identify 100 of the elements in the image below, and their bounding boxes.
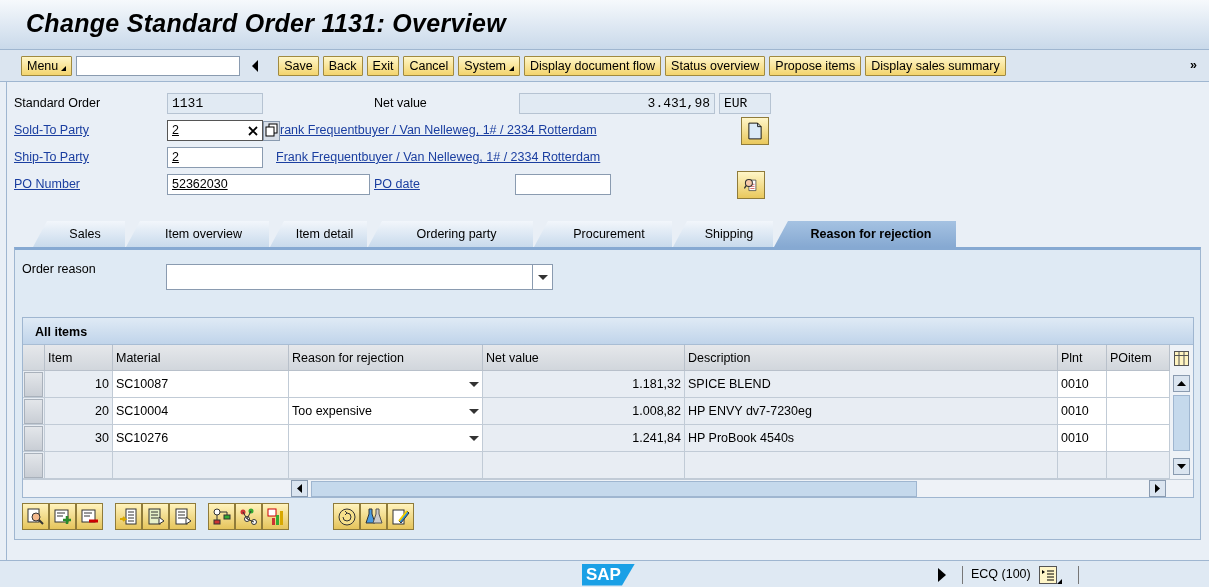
toolbar-button[interactable]: Status overview (665, 55, 766, 76)
tab[interactable]: Item detail (270, 221, 367, 247)
chart-button[interactable] (262, 503, 289, 530)
select-block-button[interactable] (142, 503, 169, 530)
menu-button[interactable]: Menu (21, 55, 73, 76)
scrollbar-thumb[interactable] (1172, 395, 1190, 451)
table-title: All items (23, 318, 1193, 345)
input-field[interactable] (1107, 425, 1170, 452)
column-header[interactable]: Item (45, 345, 113, 371)
currency-field: EUR (719, 93, 771, 114)
column-header[interactable]: Plnt (1058, 345, 1107, 371)
scrollbar-thumb[interactable] (311, 480, 917, 497)
party-description-link[interactable]: rank Frequentbuyer / Van Nelleweg, 1# / 2334 Rotterdam (280, 121, 741, 140)
toolbar-button[interactable]: Save (278, 55, 319, 76)
edit-button[interactable] (387, 503, 414, 530)
select-all-button[interactable] (115, 503, 142, 530)
order-reason-dropdown[interactable] (166, 264, 553, 290)
refresh-button[interactable] (333, 503, 360, 530)
dropdown-field[interactable]: Too expensive (289, 398, 483, 425)
scroll-up-button[interactable] (1172, 375, 1190, 392)
input-field[interactable]: SC10004 (113, 398, 289, 425)
magnifier-icon (25, 506, 46, 527)
table-cell: 10 (45, 371, 113, 398)
input-field[interactable] (1107, 371, 1170, 398)
tab[interactable]: Ordering party (368, 221, 533, 247)
party-field[interactable]: 2 (167, 147, 263, 168)
clear-icon (248, 125, 258, 136)
session-menu-button[interactable] (1038, 565, 1062, 584)
more-button[interactable]: » (1190, 56, 1197, 75)
table-cell: HP ProBook 4540s (685, 425, 1058, 452)
toolbar-button[interactable]: Cancel (403, 55, 455, 76)
toolbar-button[interactable]: Back (322, 55, 363, 76)
test-button[interactable] (360, 503, 387, 530)
toolbar-button[interactable]: Display document flow (524, 55, 662, 76)
po-number-field[interactable]: 52362030 (167, 174, 370, 195)
dropdown-field[interactable] (289, 425, 483, 452)
input-field[interactable]: SC10276 (113, 425, 289, 452)
delete-row-button[interactable] (76, 503, 103, 530)
hierarchy-button[interactable] (208, 503, 235, 530)
list-icon (1038, 565, 1057, 584)
caret-icon (1056, 578, 1062, 584)
table-cell: 20 (45, 398, 113, 425)
tab[interactable]: Reason for rejection (774, 221, 956, 247)
hierarchy-icon (211, 506, 232, 527)
po-date-field[interactable] (515, 174, 611, 195)
tab[interactable]: Shipping (673, 221, 773, 247)
toolbar-button[interactable]: Propose items (769, 55, 862, 76)
plus-icon (52, 506, 73, 527)
column-header[interactable]: Reason for rejection (289, 345, 483, 371)
tab[interactable]: Procurement (534, 221, 672, 247)
field-link[interactable]: PO Number (14, 175, 167, 194)
details-button[interactable] (22, 503, 49, 530)
document-button[interactable] (741, 116, 769, 145)
insert-row-button[interactable] (49, 503, 76, 530)
toolbar-button[interactable]: System (458, 55, 521, 76)
field-label: Order reason (22, 261, 97, 278)
network-icon (238, 506, 259, 527)
scroll-right-button[interactable] (1149, 480, 1166, 497)
column-settings-icon (1173, 350, 1189, 366)
input-field[interactable]: SC10087 (113, 371, 289, 398)
tab[interactable]: Item overview (126, 221, 269, 247)
network-button[interactable] (235, 503, 262, 530)
deselect-button[interactable] (169, 503, 196, 530)
input-field[interactable] (1107, 398, 1170, 425)
field-link[interactable]: Ship-To Party (14, 148, 167, 167)
table-cell: 30 (45, 425, 113, 452)
input-field[interactable]: 0010 (1058, 425, 1107, 452)
toolbar-button[interactable]: Display sales summary (865, 55, 1006, 76)
expand-arrow-icon (937, 567, 946, 582)
down-arrow-icon (1176, 464, 1186, 469)
column-header[interactable]: Material (113, 345, 289, 371)
list-play-icon (172, 506, 193, 527)
dropdown-caret-icon (469, 408, 479, 414)
order-number-field: 1131 (167, 93, 263, 114)
table-cell: 1.181,32 (483, 371, 685, 398)
flask-icon (363, 506, 384, 527)
column-header[interactable]: POitem (1107, 345, 1170, 371)
scroll-left-button[interactable] (291, 480, 308, 497)
back-arrow-icon (250, 58, 261, 73)
party-field[interactable]: 2 (167, 120, 263, 141)
pencil-icon (390, 506, 411, 527)
field-link[interactable]: PO date (374, 175, 515, 194)
party-description-link[interactable]: Frank Frequentbuyer / Van Nelleweg, 1# / 2334 Rotterdam (276, 148, 737, 167)
find-button[interactable] (737, 170, 765, 199)
system-info: ECQ (100) (970, 566, 1031, 584)
column-header[interactable]: Description (685, 345, 1058, 371)
right-arrow-icon (1155, 484, 1160, 493)
column-header[interactable]: Net value (483, 345, 685, 371)
up-arrow-icon (1176, 381, 1186, 386)
input-field[interactable]: 0010 (1058, 371, 1107, 398)
toolbar-button[interactable]: Exit (366, 55, 400, 76)
field-link[interactable]: Sold-To Party (14, 121, 167, 140)
dropdown-field[interactable] (289, 371, 483, 398)
table-cell: 1.008,82 (483, 398, 685, 425)
document-icon (748, 120, 762, 141)
tab[interactable]: Sales (33, 221, 125, 247)
scroll-down-button[interactable] (1172, 458, 1190, 475)
input-field[interactable]: 0010 (1058, 398, 1107, 425)
field-label: Standard Order (14, 95, 102, 113)
command-field[interactable] (76, 55, 241, 76)
